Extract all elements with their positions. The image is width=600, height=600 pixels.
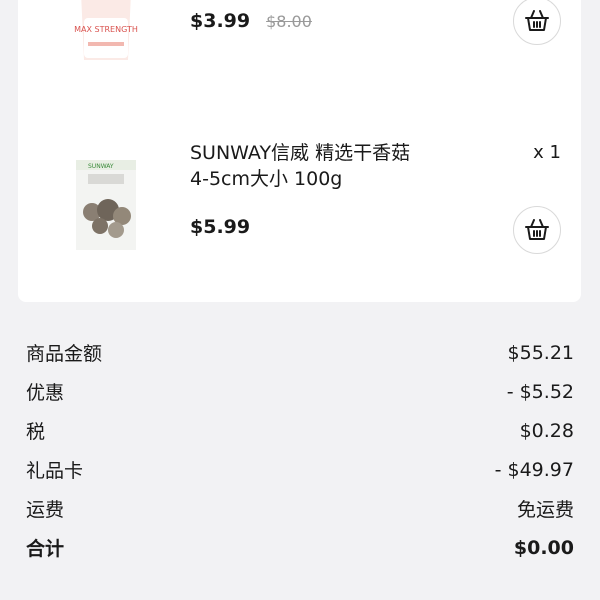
product-image[interactable]: SUNWAY — [70, 160, 142, 250]
product-name[interactable]: SUNWAY信威 精选干香菇 4-5cm大小 100g — [190, 140, 480, 192]
order-summary: 商品金额 $55.21 优惠 - $5.52 税 $0.28 礼品卡 - $49… — [26, 333, 574, 567]
add-to-cart-button[interactable] — [513, 206, 561, 254]
product-name-line: 4-5cm大小 100g — [190, 168, 343, 190]
summary-row-shipping: 运费 免运费 — [26, 489, 574, 528]
product-price: $3.99 — [190, 10, 251, 32]
cart-items-card: MAX STRENGTH $3.99 $8.00 SUNWAY SUNWAY信威… — [18, 0, 581, 302]
summary-row-subtotal: 商品金额 $55.21 — [26, 333, 574, 372]
product-name-line: SUNWAY信威 精选干香菇 — [190, 142, 411, 164]
cart-item[interactable]: MAX STRENGTH $3.99 $8.00 — [18, 0, 581, 92]
summary-value: 免运费 — [516, 499, 574, 521]
summary-label: 税 — [26, 421, 46, 443]
summary-label: 商品金额 — [26, 343, 103, 365]
price-row: $5.99 — [190, 216, 250, 238]
summary-label: 礼品卡 — [26, 460, 84, 482]
summary-row-tax: 税 $0.28 — [26, 411, 574, 450]
summary-value: $55.21 — [507, 341, 574, 364]
summary-label: 运费 — [26, 499, 65, 521]
product-original-price: $8.00 — [266, 12, 312, 31]
total-value: $0.00 — [513, 536, 574, 559]
summary-row-total: 合计 $0.00 — [26, 528, 574, 567]
basket-icon — [525, 10, 549, 31]
product-price: $5.99 — [190, 216, 251, 238]
basket-icon — [525, 219, 549, 240]
summary-row-discount: 优惠 - $5.52 — [26, 372, 574, 411]
product-quantity: x 1 — [533, 142, 561, 163]
product-image[interactable]: MAX STRENGTH — [70, 0, 142, 60]
summary-value: $0.28 — [519, 419, 574, 442]
cart-item[interactable]: SUNWAY SUNWAY信威 精选干香菇 4-5cm大小 100g x 1 $… — [18, 92, 581, 302]
add-to-cart-button[interactable] — [513, 0, 561, 45]
summary-value: - $49.97 — [494, 458, 574, 481]
summary-label: 优惠 — [26, 382, 65, 404]
price-row: $3.99 $8.00 — [190, 10, 312, 32]
summary-row-gift-card: 礼品卡 - $49.97 — [26, 450, 574, 489]
product-image-text: MAX STRENGTH — [74, 25, 138, 34]
summary-value: - $5.52 — [506, 380, 574, 403]
total-label: 合计 — [26, 538, 65, 560]
product-brand-text: SUNWAY — [88, 163, 114, 170]
